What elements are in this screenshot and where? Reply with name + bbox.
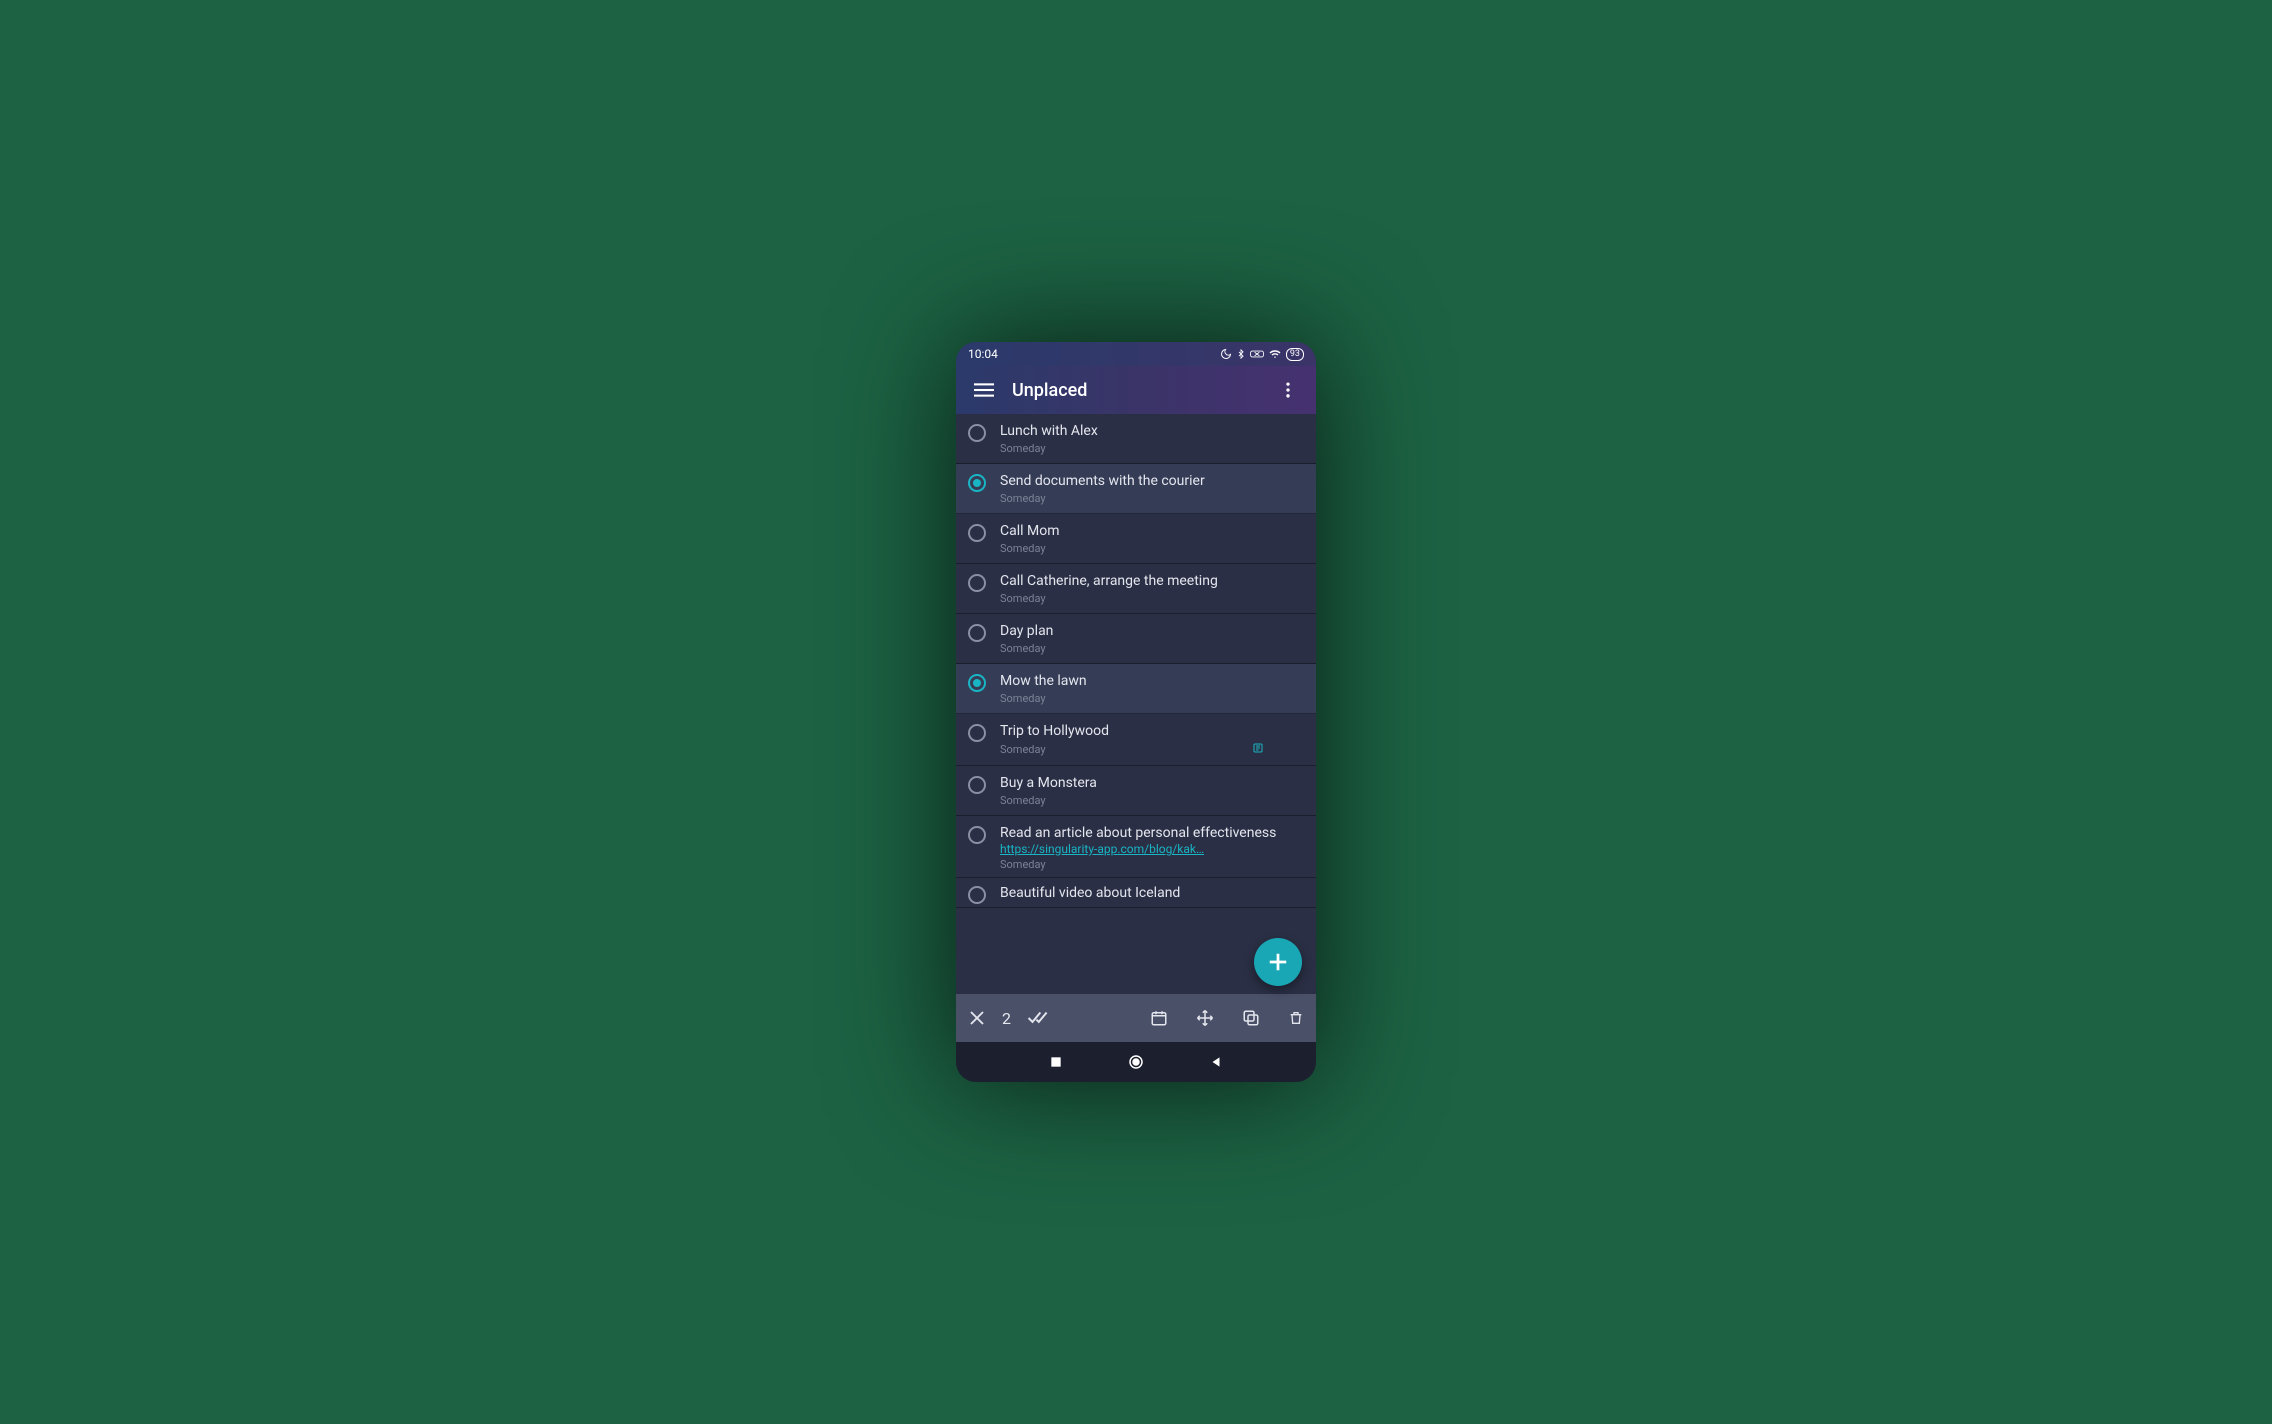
task-radio[interactable]: [968, 674, 986, 692]
task-subtext: Someday: [1000, 642, 1046, 655]
task-title: Mow the lawn: [1000, 672, 1304, 690]
task-title: Beautiful video about Iceland: [1000, 884, 1304, 902]
task-item[interactable]: Call Mom Someday: [956, 514, 1316, 564]
copy-button[interactable]: [1242, 1009, 1260, 1027]
task-title: Call Catherine, arrange the meeting: [1000, 572, 1304, 590]
moon-icon: [1220, 348, 1232, 360]
task-list[interactable]: Lunch with Alex Someday Send documents w…: [956, 414, 1316, 994]
more-vert-icon: [1278, 380, 1298, 400]
task-title: Lunch with Alex: [1000, 422, 1304, 440]
task-subtext: Someday: [1000, 542, 1046, 555]
task-subtext: Someday: [1000, 743, 1046, 756]
android-nav-bar: [956, 1042, 1316, 1082]
more-button[interactable]: [1268, 370, 1308, 410]
triangle-back-icon: [1209, 1055, 1223, 1069]
note-icon: [1252, 742, 1264, 757]
task-radio[interactable]: [968, 624, 986, 642]
square-icon: [1049, 1055, 1063, 1069]
move-icon: [1196, 1009, 1214, 1027]
task-radio[interactable]: [968, 776, 986, 794]
back-button[interactable]: [1209, 1055, 1223, 1069]
task-item[interactable]: Beautiful video about Iceland: [956, 878, 1316, 908]
task-title: Trip to Hollywood: [1000, 722, 1304, 740]
status-bar: 10:04 93: [956, 342, 1316, 366]
wifi-icon: [1268, 348, 1282, 360]
status-time: 10:04: [968, 347, 998, 361]
complete-button[interactable]: [1027, 1009, 1049, 1027]
task-item[interactable]: Trip to Hollywood Someday: [956, 714, 1316, 766]
close-icon: [968, 1009, 986, 1027]
calendar-icon: [1150, 1009, 1168, 1027]
task-subtext: Someday: [1000, 592, 1046, 605]
date-button[interactable]: [1150, 1009, 1168, 1027]
selection-action-bar: 2: [956, 994, 1316, 1042]
task-subtext: Someday: [1000, 492, 1046, 505]
move-button[interactable]: [1196, 1009, 1214, 1027]
home-button[interactable]: [1127, 1053, 1145, 1071]
task-subtext: Someday: [1000, 442, 1046, 455]
task-subtext: Someday: [1000, 858, 1046, 871]
silent-icon: [1250, 348, 1264, 360]
selection-count: 2: [1002, 1009, 1011, 1028]
task-title: Day plan: [1000, 622, 1304, 640]
task-title: Call Mom: [1000, 522, 1304, 540]
task-item[interactable]: Buy a Monstera Someday: [956, 766, 1316, 816]
task-item[interactable]: Lunch with Alex Someday: [956, 414, 1316, 464]
hamburger-icon: [974, 380, 994, 400]
task-subtext: Someday: [1000, 794, 1046, 807]
close-selection-button[interactable]: [968, 1009, 986, 1027]
task-title: Send documents with the courier: [1000, 472, 1304, 490]
task-item[interactable]: Day plan Someday: [956, 614, 1316, 664]
delete-button[interactable]: [1288, 1009, 1304, 1027]
trash-icon: [1288, 1009, 1304, 1027]
task-radio[interactable]: [968, 524, 986, 542]
task-subtext: Someday: [1000, 692, 1046, 705]
task-radio[interactable]: [968, 424, 986, 442]
copy-icon: [1242, 1009, 1260, 1027]
task-title: Read an article about personal effective…: [1000, 824, 1304, 842]
task-radio[interactable]: [968, 574, 986, 592]
battery-icon: 93: [1286, 348, 1304, 361]
task-item[interactable]: Send documents with the courier Someday: [956, 464, 1316, 514]
task-radio[interactable]: [968, 474, 986, 492]
task-link[interactable]: https://singularity-app.com/blog/kak…: [1000, 842, 1304, 856]
task-item[interactable]: Mow the lawn Someday: [956, 664, 1316, 714]
page-title: Unplaced: [1012, 380, 1268, 401]
task-radio[interactable]: [968, 886, 986, 904]
menu-button[interactable]: [964, 370, 1004, 410]
phone-frame: 10:04 93 Unplaced Lunch with Alex Someda…: [956, 342, 1316, 1082]
task-radio[interactable]: [968, 826, 986, 844]
task-item[interactable]: Call Catherine, arrange the meeting Some…: [956, 564, 1316, 614]
app-bar: Unplaced: [956, 366, 1316, 414]
task-item[interactable]: Read an article about personal effective…: [956, 816, 1316, 878]
bluetooth-icon: [1236, 348, 1246, 360]
status-icons: 93: [1220, 348, 1304, 361]
add-task-fab[interactable]: [1254, 938, 1302, 986]
recent-apps-button[interactable]: [1049, 1055, 1063, 1069]
plus-icon: [1267, 951, 1289, 973]
double-check-icon: [1027, 1009, 1049, 1027]
circle-icon: [1127, 1053, 1145, 1071]
task-title: Buy a Monstera: [1000, 774, 1304, 792]
task-radio[interactable]: [968, 724, 986, 742]
